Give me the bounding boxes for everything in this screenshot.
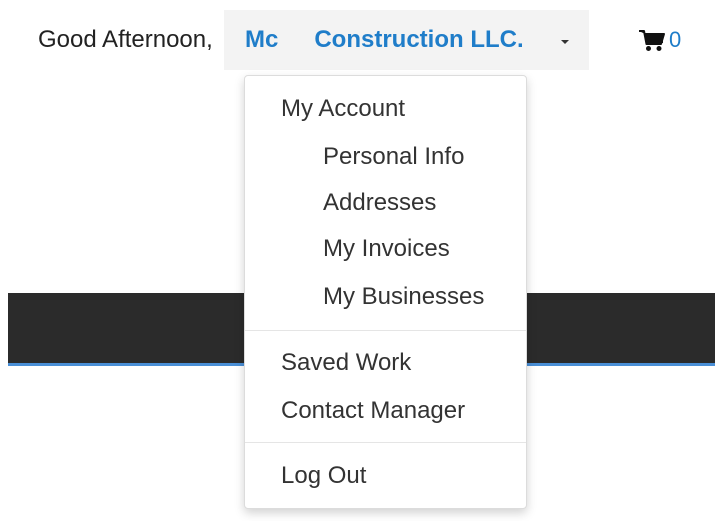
account-name-start: Mc [245,26,279,53]
caret-down-icon [561,40,569,44]
greeting-text: Good Afternoon, [38,26,213,53]
account-name-redaction [278,26,314,50]
menu-item-my-businesses[interactable]: My Businesses [323,283,484,311]
menu-item-contact-manager[interactable]: Contact Manager [281,397,465,425]
cart-link[interactable]: 0 [638,27,681,53]
cart-count: 0 [669,27,682,52]
account-dropdown-menu: My Account Personal Info Addresses My In… [244,75,527,509]
menu-item-addresses[interactable]: Addresses [323,189,436,217]
menu-item-saved-work[interactable]: Saved Work [281,349,411,377]
account-name: Mc Construction LLC. [245,26,524,54]
menu-divider [245,442,526,443]
account-dropdown-toggle[interactable]: Mc Construction LLC. [224,10,589,70]
menu-item-my-account[interactable]: My Account [281,95,405,123]
menu-item-personal-info[interactable]: Personal Info [323,143,464,171]
menu-item-my-invoices[interactable]: My Invoices [323,235,450,263]
shopping-cart-icon [638,28,666,52]
account-name-end: Construction LLC. [314,26,524,53]
page: Good Afternoon, Mc Construction LLC. 0 My… [0,0,715,521]
menu-divider [245,330,526,331]
menu-item-log-out[interactable]: Log Out [281,462,366,490]
